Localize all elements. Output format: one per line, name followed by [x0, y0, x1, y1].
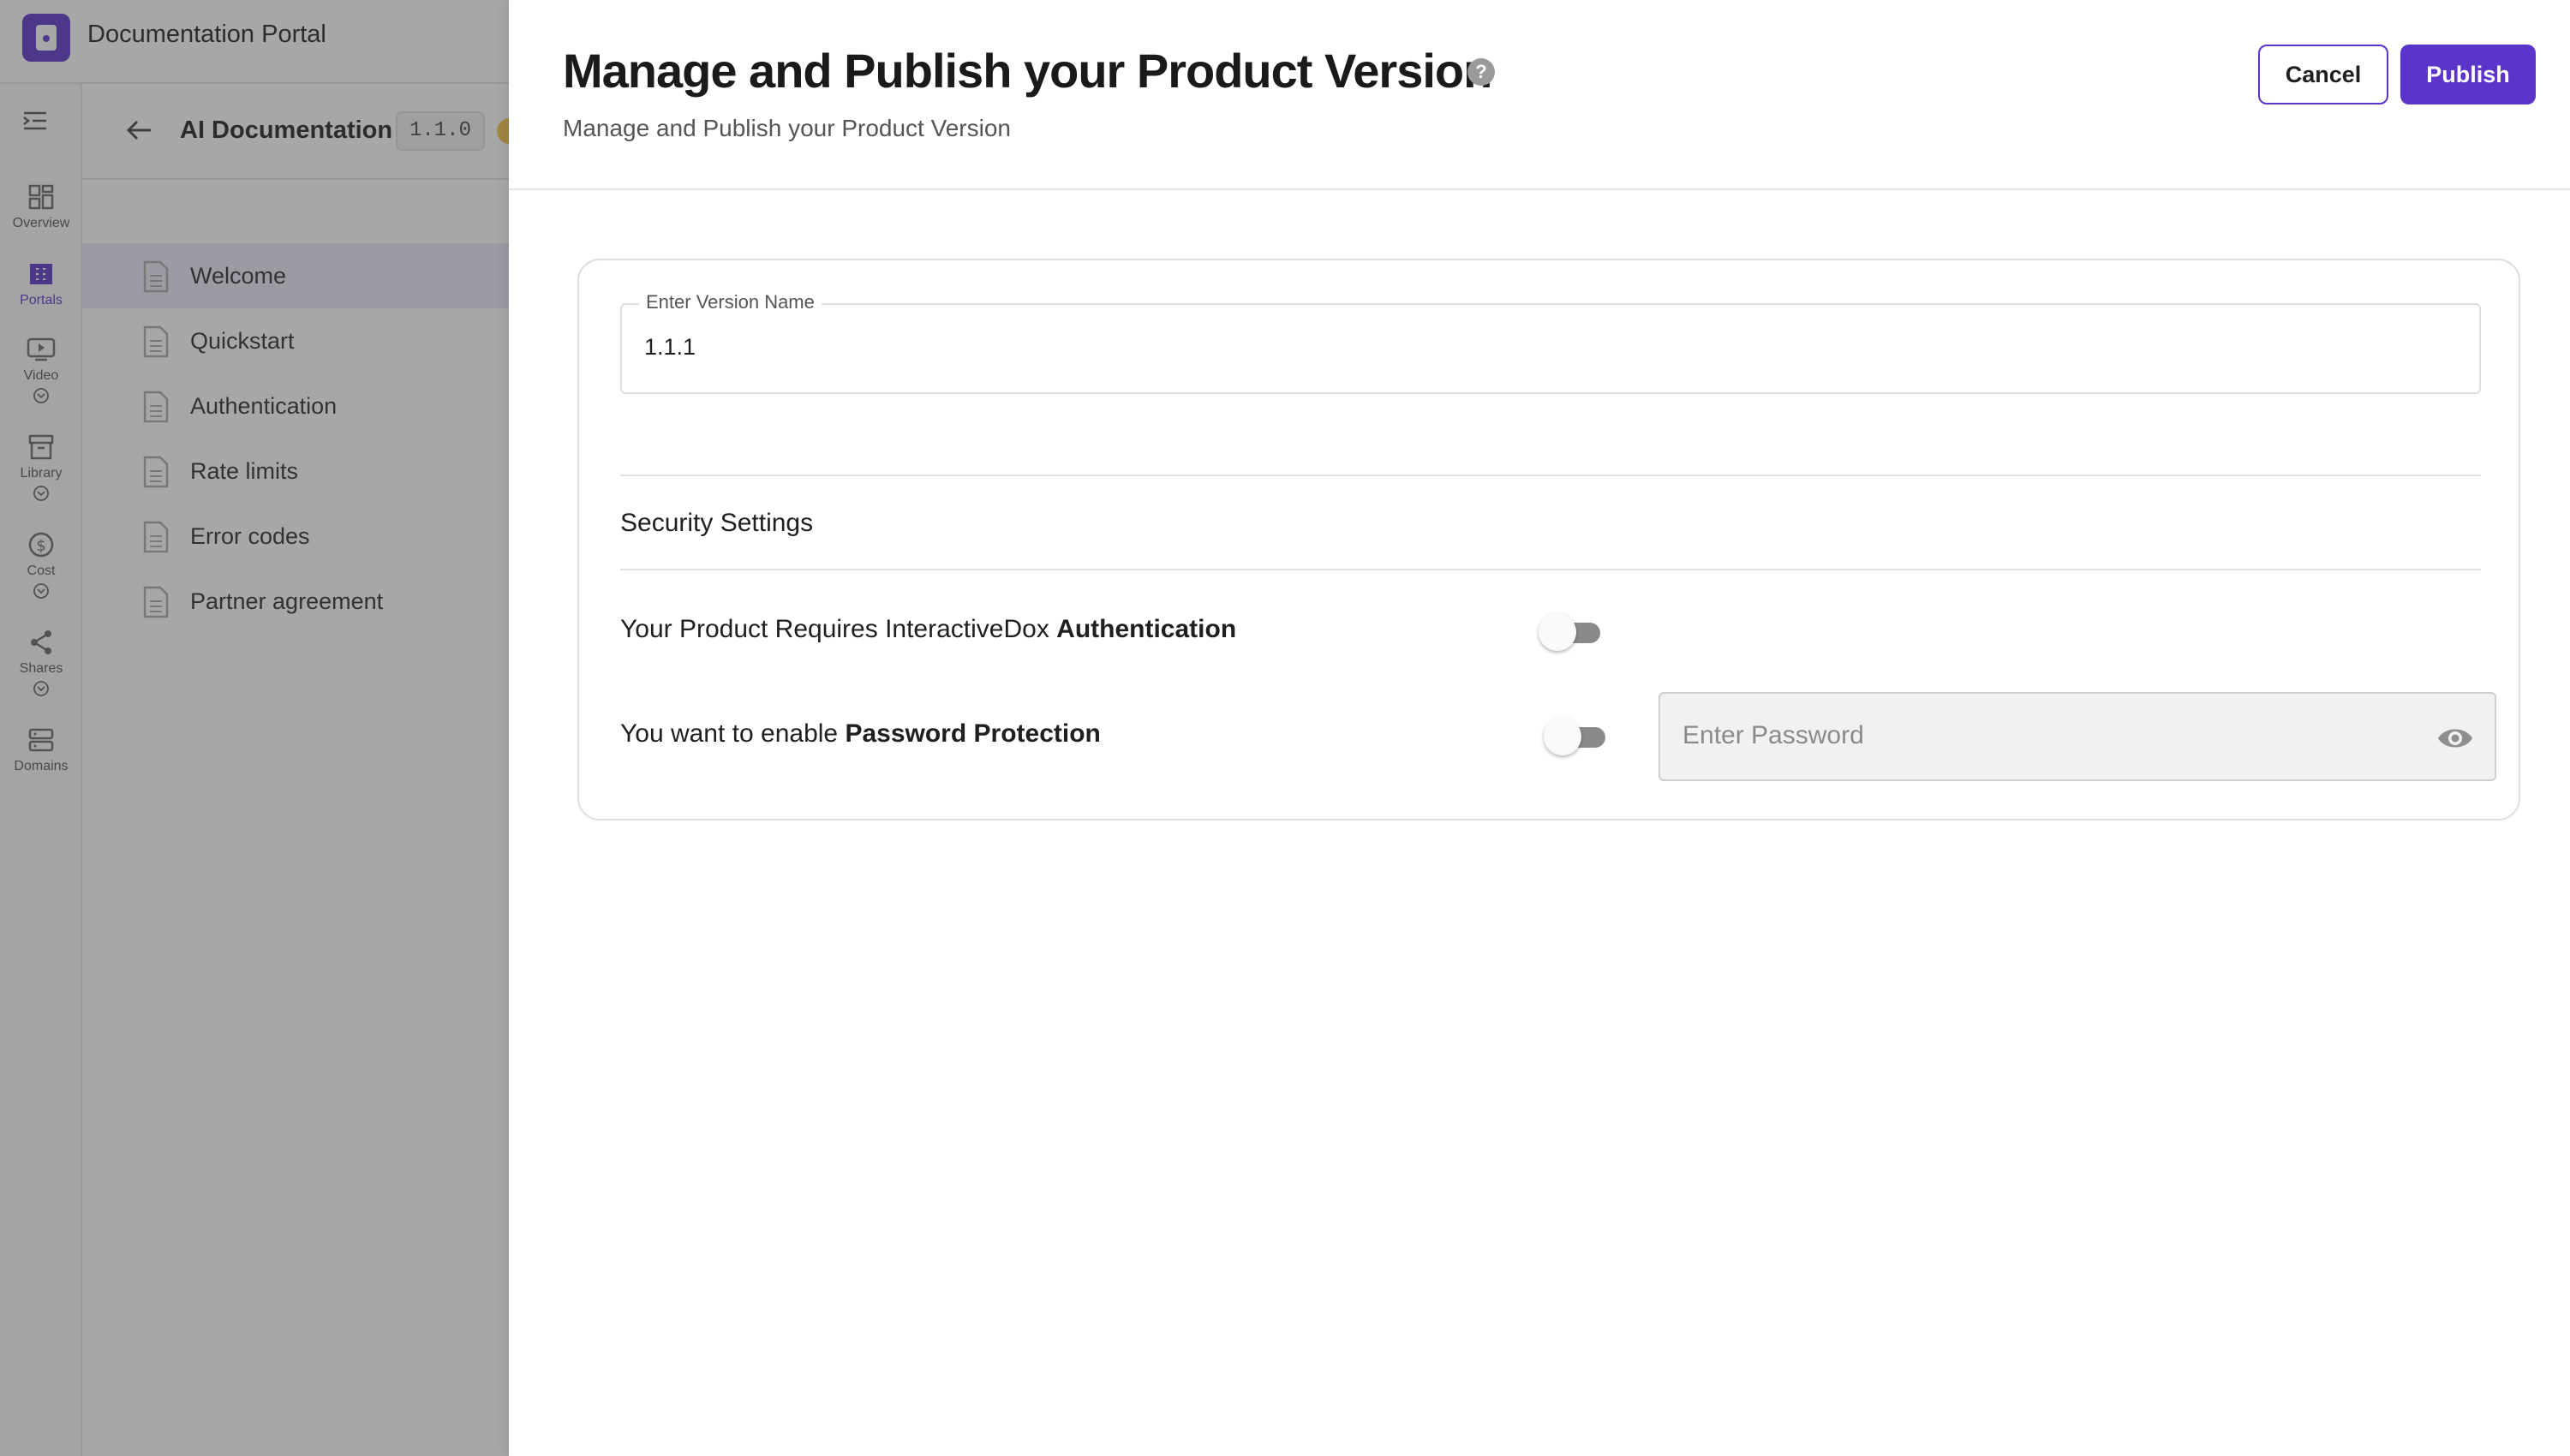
version-name-field[interactable]: Enter Version Name: [620, 291, 2481, 394]
version-name-input[interactable]: [644, 334, 2443, 361]
settings-card: Enter Version Name Security Settings You…: [577, 259, 2520, 820]
publish-version-drawer: Manage and Publish your Product Version …: [509, 0, 2570, 1456]
toggle-knob: [1544, 718, 1581, 755]
authentication-option-bold: Authentication: [1056, 615, 1237, 643]
help-icon[interactable]: ?: [1467, 58, 1495, 86]
divider: [620, 474, 2481, 476]
password-input[interactable]: [1682, 721, 2419, 750]
password-option-bold: Password Protection: [845, 719, 1101, 748]
password-option-label: You want to enable Password Protection: [620, 719, 1101, 749]
password-field[interactable]: [1659, 692, 2496, 781]
cancel-button[interactable]: Cancel: [2258, 45, 2388, 104]
authentication-option-text: Your Product Requires InteractiveDox: [620, 615, 1057, 643]
publish-button[interactable]: Publish: [2400, 45, 2536, 104]
drawer-subtitle: Manage and Publish your Product Version: [563, 115, 1011, 141]
eye-icon[interactable]: [2436, 721, 2474, 755]
drawer-header: Manage and Publish your Product Version …: [509, 0, 2570, 190]
toggle-knob: [1539, 613, 1576, 651]
drawer-title: Manage and Publish your Product Version: [563, 44, 1492, 98]
divider: [620, 569, 2481, 570]
authentication-toggle[interactable]: [1539, 613, 1604, 651]
security-settings-heading: Security Settings: [620, 509, 814, 537]
authentication-option-label: Your Product Requires InteractiveDox Aut…: [620, 615, 1236, 644]
password-option-text: You want to enable: [620, 719, 846, 748]
modal-backdrop[interactable]: [0, 0, 509, 1456]
version-name-label: Enter Version Name: [639, 291, 822, 313]
password-protection-toggle[interactable]: [1544, 718, 1609, 755]
